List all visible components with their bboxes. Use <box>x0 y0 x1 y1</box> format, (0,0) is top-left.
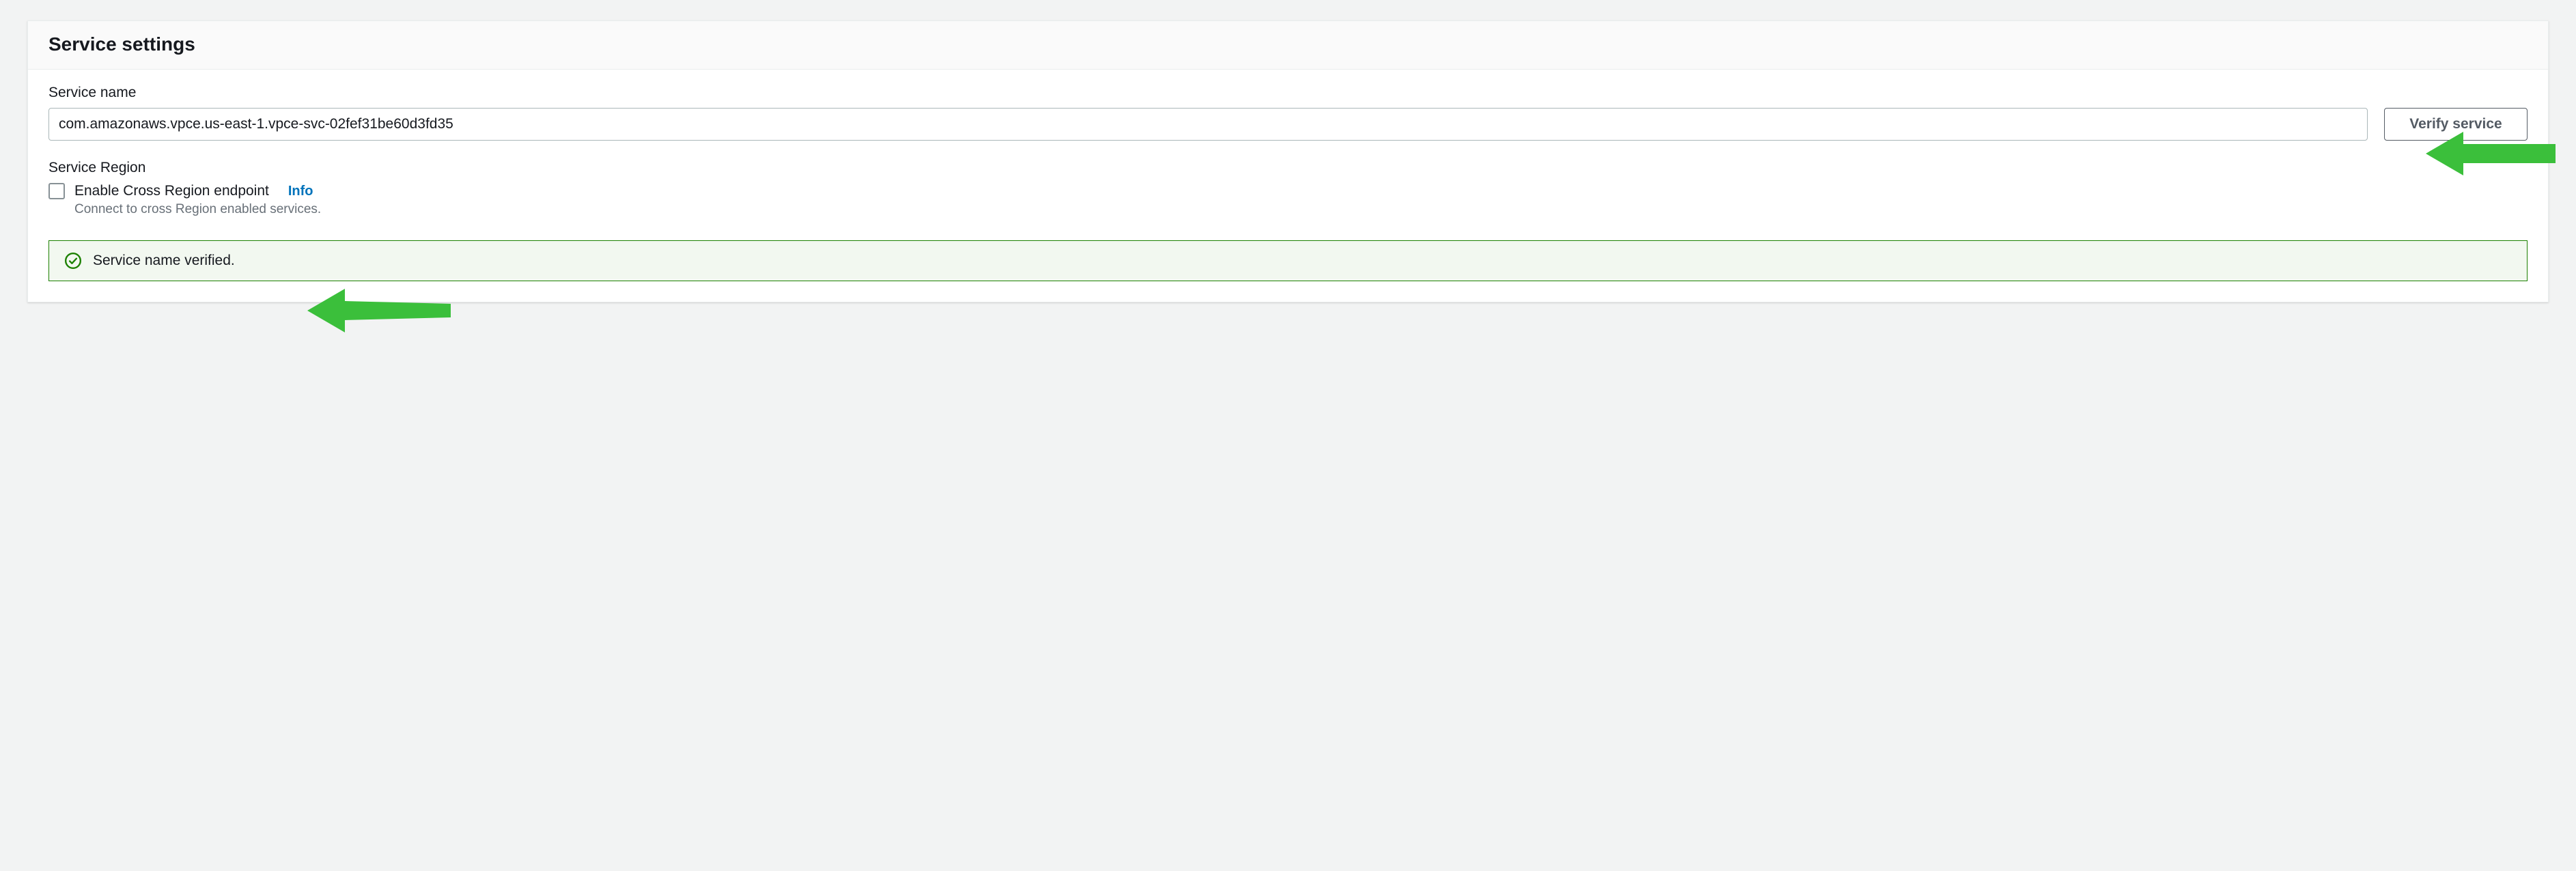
panel-header: Service settings <box>28 21 2548 70</box>
status-banner: Service name verified. <box>48 240 2528 281</box>
service-settings-panel: Service settings Service name Verify ser… <box>27 20 2549 302</box>
status-message: Service name verified. <box>93 253 235 269</box>
service-region-field: Service Region Enable Cross Region endpo… <box>48 160 2528 217</box>
service-name-row: Verify service <box>48 108 2528 141</box>
verify-service-button[interactable]: Verify service <box>2384 108 2528 141</box>
service-region-label: Service Region <box>48 160 2528 176</box>
service-name-label: Service name <box>48 85 2528 101</box>
service-name-field: Service name Verify service <box>48 85 2528 141</box>
cross-region-row: Enable Cross Region endpoint Info <box>48 183 2528 199</box>
cross-region-checkbox[interactable] <box>48 183 65 199</box>
panel-body: Service name Verify service Service Regi… <box>28 70 2548 302</box>
service-name-input[interactable] <box>48 108 2368 141</box>
success-check-icon <box>64 252 82 270</box>
panel-title: Service settings <box>48 33 2528 55</box>
cross-region-helper: Connect to cross Region enabled services… <box>74 202 2528 217</box>
info-link[interactable]: Info <box>288 184 313 199</box>
cross-region-checkbox-label: Enable Cross Region endpoint <box>74 183 269 199</box>
